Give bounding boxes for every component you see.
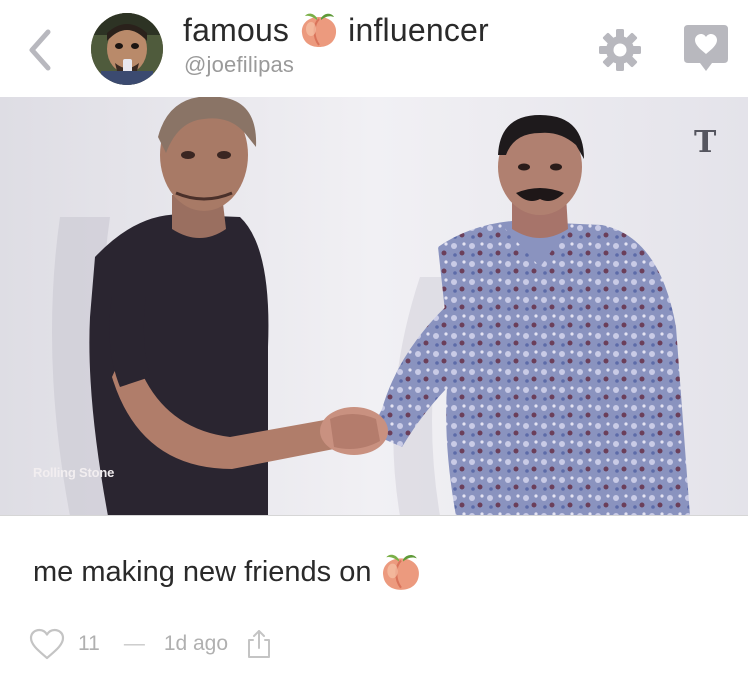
heart-tag-icon <box>684 25 728 71</box>
profile-name-first: famous <box>183 11 290 48</box>
heart-outline-icon[interactable] <box>28 627 66 661</box>
profile-name: famous influencer <box>183 10 489 50</box>
rolling-stone-watermark: Rolling Stone <box>33 465 115 480</box>
profile-header: famous influencer @joefilipas <box>0 0 748 97</box>
peach-emoji-icon <box>382 554 419 590</box>
avatar-image <box>91 13 163 85</box>
post-caption: me making new friends on <box>33 548 422 596</box>
profile-name-last: influencer <box>348 11 489 48</box>
gear-icon <box>599 29 641 71</box>
footer-separator: — <box>123 632 145 655</box>
chevron-left-icon <box>29 29 51 71</box>
like-count: 11 <box>78 632 100 655</box>
two-men-shaking-hands-photo <box>0 97 748 515</box>
peach-emoji-icon <box>302 13 337 47</box>
settings-button[interactable] <box>597 27 643 73</box>
post-photo[interactable]: Rolling Stone T <box>0 97 748 516</box>
post-footer: 11 — 1d ago <box>28 626 272 662</box>
post-timestamp: 1d ago <box>163 632 229 655</box>
profile-handle: @joefilipas <box>184 52 295 77</box>
back-button[interactable] <box>22 26 62 74</box>
avatar[interactable] <box>91 13 163 85</box>
favorite-button[interactable] <box>682 23 730 75</box>
post-caption-text: me making new friends on <box>33 555 372 588</box>
share-icon[interactable] <box>246 628 272 660</box>
nyt-logo-watermark: T <box>694 125 717 160</box>
